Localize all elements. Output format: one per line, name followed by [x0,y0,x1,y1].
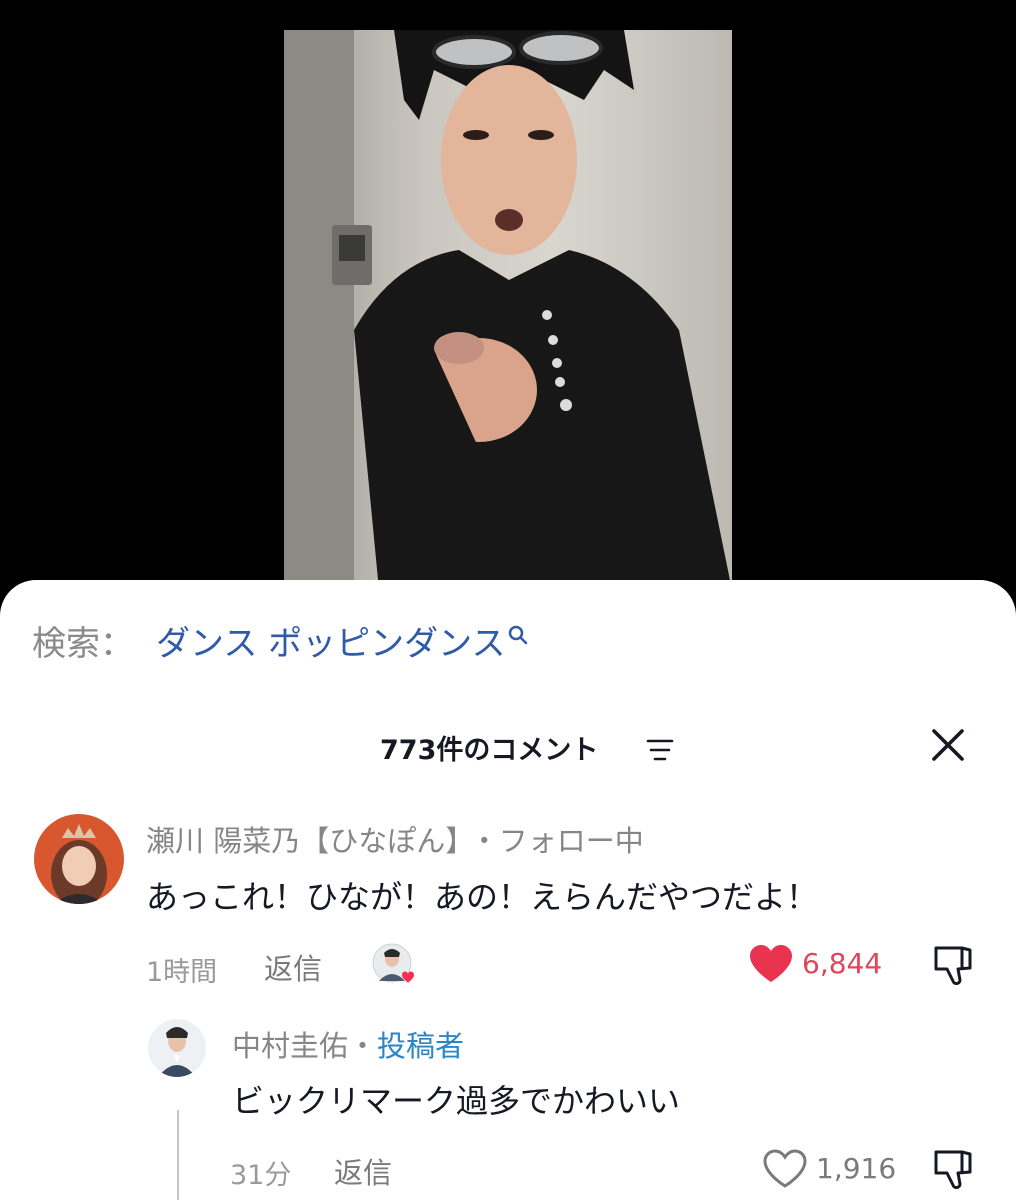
author-badge: 投稿者 [377,1029,465,1063]
reply-author-row[interactable]: 中村圭佑・投稿者 [232,1023,464,1065]
like-count: 6,844 [802,947,883,980]
following-badge: フォロー中 [498,824,644,858]
avatar-keisuke[interactable] [148,1019,206,1077]
search-icon[interactable] [507,624,529,646]
reply-button[interactable]: 返信 [264,946,322,988]
related-search[interactable]: 検索： ダンス ポッピンダンス [32,624,529,664]
reply-text: ビックリマーク過多でかわいい [232,1082,681,1120]
reply-button[interactable]: 返信 [334,1150,392,1192]
thumbs-down-icon[interactable] [932,942,978,988]
heart-icon[interactable] [762,1149,808,1189]
thread-line [177,1110,179,1200]
creator-liked-badge [372,943,416,987]
reply-author[interactable]: 中村圭佑 [232,1029,348,1063]
close-icon[interactable] [928,725,968,765]
comment-author[interactable]: 瀬川 陽菜乃【ひなぽん】 [146,824,460,858]
avatar-image [148,1019,206,1077]
comment-text: あっこれ！ひなが！あの！えらんだやつだよ！ [146,878,819,916]
search-query-link[interactable]: ダンス ポッピンダンス [156,624,505,664]
separator: ・ [348,1029,378,1063]
comment-count: 773件のコメント [380,735,599,766]
avatar-image [34,814,124,904]
heart-icon[interactable] [748,944,794,984]
video-player[interactable] [0,0,1016,620]
like-count: 1,916 [816,1152,897,1185]
comments-header: 773件のコメント [0,720,1016,770]
comment-time: 1時間 [146,957,218,988]
thumbs-down-icon[interactable] [932,1146,978,1192]
filter-icon[interactable] [646,738,674,762]
video-frame[interactable] [284,30,732,590]
video-thumbnail [284,30,732,590]
search-prefix: 検索： [32,624,134,664]
comment-author-row[interactable]: 瀬川 陽菜乃【ひなぽん】 ・フォロー中 [146,818,644,860]
avatar-hina[interactable] [34,814,124,904]
separator: ・ [469,824,499,858]
avatar[interactable] [34,0,124,90]
reply-time: 31分 [230,1160,292,1191]
creator-avatar-mini [372,943,414,983]
